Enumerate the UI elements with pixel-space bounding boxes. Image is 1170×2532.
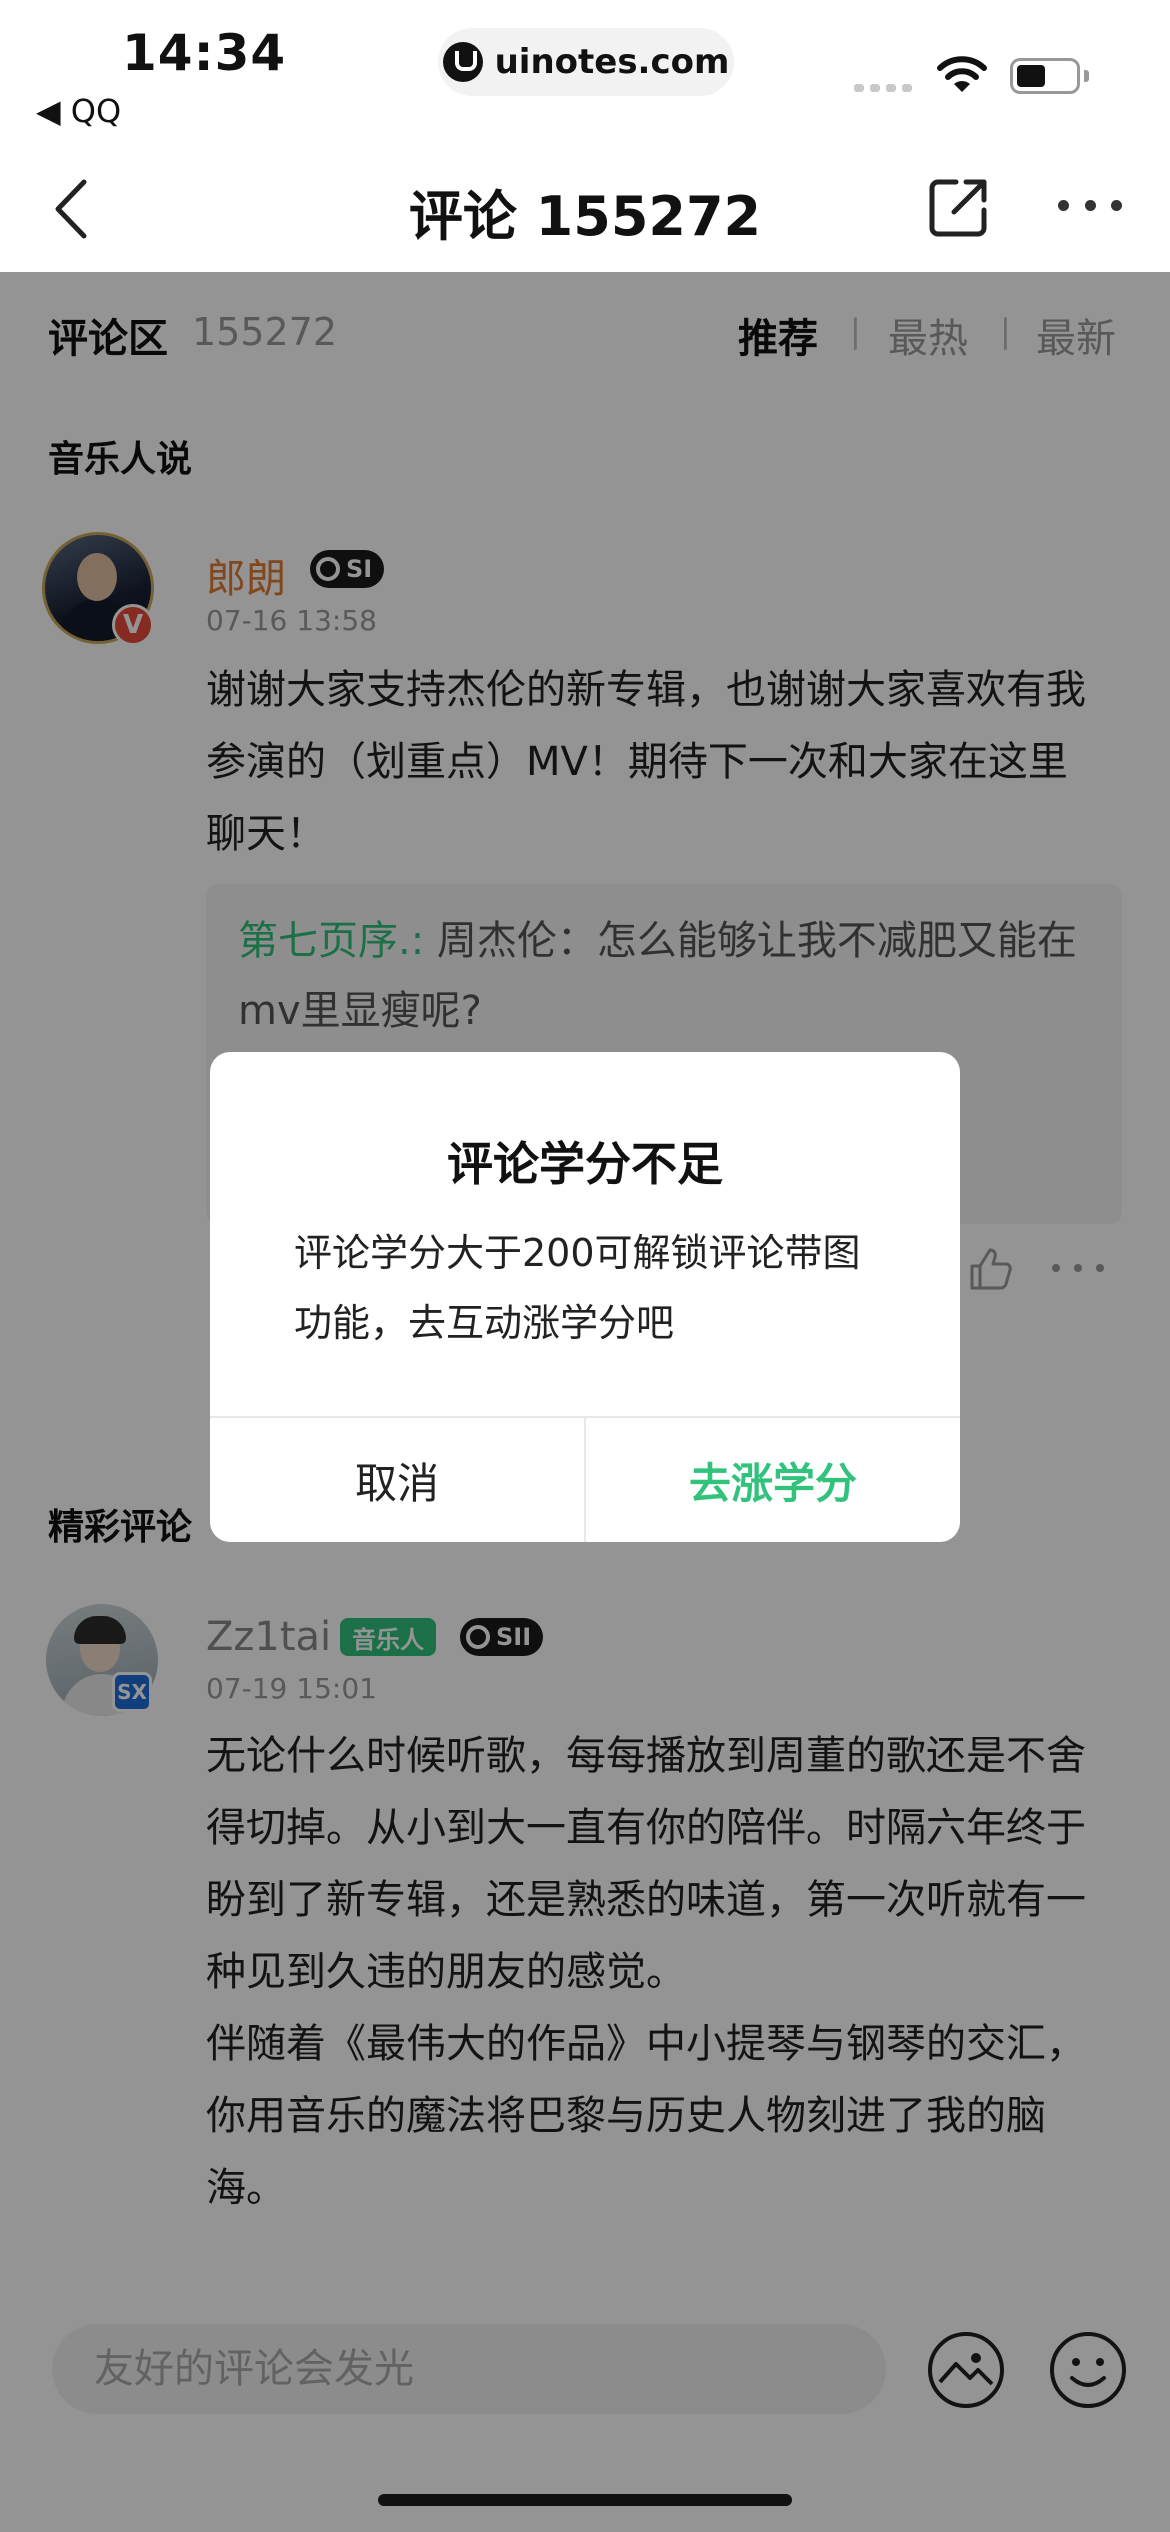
url-text: uinotes.com: [494, 42, 730, 82]
dialog-message: 评论学分大于200可解锁评论带图功能，去互动涨学分吧: [294, 1231, 861, 1345]
more-icon[interactable]: [1058, 200, 1122, 216]
home-indicator[interactable]: [378, 2494, 792, 2506]
back-to-app-link[interactable]: ◀ QQ: [36, 92, 121, 130]
wifi-icon: [937, 56, 987, 92]
earn-credits-button[interactable]: 去涨学分: [586, 1418, 960, 1542]
dialog-title: 评论学分不足: [447, 1137, 723, 1191]
cellular-signal-icon: [854, 84, 914, 92]
status-time: 14:34: [122, 24, 287, 82]
battery-tip: [1084, 70, 1089, 82]
cancel-button[interactable]: 取消: [210, 1418, 584, 1542]
share-icon[interactable]: [926, 176, 990, 240]
battery-icon: [1010, 58, 1080, 94]
url-pill[interactable]: uinotes.com: [438, 28, 734, 96]
site-logo-icon: [442, 42, 483, 82]
insufficient-credits-dialog: 评论学分不足 评论学分大于200可解锁评论带图功能，去互动涨学分吧 取消 去涨学…: [210, 1052, 960, 1542]
page-title: 评论 155272: [408, 185, 762, 248]
